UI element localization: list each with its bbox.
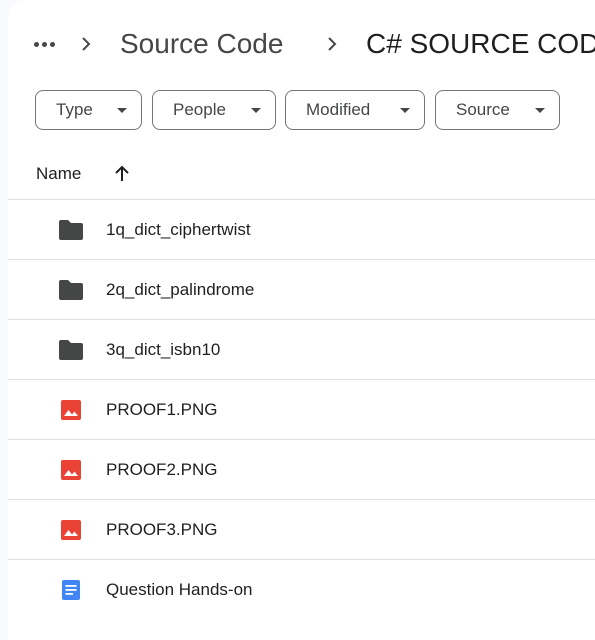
people-filter-chip[interactable]: People <box>152 90 276 130</box>
dropdown-arrow-icon <box>117 108 127 113</box>
file-row[interactable]: PROOF2.PNG <box>8 439 595 499</box>
file-row[interactable]: PROOF1.PNG <box>8 379 595 439</box>
column-header: Name <box>8 152 595 198</box>
filter-bar: Type People Modified Source <box>8 90 595 130</box>
file-row[interactable]: 2q_dict_palindrome <box>8 259 595 319</box>
file-row[interactable]: 3q_dict_isbn10 <box>8 319 595 379</box>
source-filter-chip[interactable]: Source <box>435 90 560 130</box>
file-name: PROOF2.PNG <box>106 460 218 479</box>
file-name: 2q_dict_palindrome <box>106 280 255 299</box>
type-filter-label: Type <box>56 100 93 119</box>
folder-icon <box>58 279 84 301</box>
breadcrumb-item-current-folder[interactable]: C# SOURCE CODE <box>366 24 595 64</box>
dropdown-arrow-icon <box>251 108 261 113</box>
chevron-right-icon <box>74 32 98 56</box>
file-row[interactable]: 1q_dict_ciphertwist <box>8 199 595 259</box>
image-icon <box>58 399 84 421</box>
modified-filter-label: Modified <box>306 100 371 119</box>
arrow-up-icon[interactable] <box>110 162 134 186</box>
more-dot-icon <box>41 41 47 47</box>
dropdown-arrow-icon <box>400 108 410 113</box>
file-list: 1q_dict_ciphertwist 2q_dict_palindrome 3q_… <box>8 199 595 619</box>
name-column-header[interactable]: Name <box>36 164 81 184</box>
source-filter-label: Source <box>456 100 510 119</box>
file-browser-panel: Source Code C# SOURCE CODE Type People M… <box>8 0 595 640</box>
more-dot-icon <box>49 41 55 47</box>
chevron-right-icon <box>320 32 344 56</box>
folder-icon <box>58 219 84 241</box>
file-row[interactable]: PROOF3.PNG <box>8 499 595 559</box>
file-name: 1q_dict_ciphertwist <box>106 220 251 239</box>
document-icon <box>58 579 84 601</box>
breadcrumb: Source Code C# SOURCE CODE <box>8 18 595 70</box>
file-name: PROOF1.PNG <box>106 400 218 419</box>
folder-icon <box>58 339 84 361</box>
image-icon <box>58 459 84 481</box>
type-filter-chip[interactable]: Type <box>35 90 142 130</box>
more-options-button[interactable] <box>30 30 58 58</box>
file-row[interactable]: Question Hands-on <box>8 559 595 619</box>
people-filter-label: People <box>173 100 226 119</box>
file-name: PROOF3.PNG <box>106 520 218 539</box>
more-dot-icon <box>33 41 39 47</box>
file-name: Question Hands-on <box>106 580 253 599</box>
image-icon <box>58 519 84 541</box>
file-name: 3q_dict_isbn10 <box>106 340 221 359</box>
dropdown-arrow-icon <box>535 108 545 113</box>
breadcrumb-item-source-code[interactable]: Source Code <box>120 24 283 64</box>
modified-filter-chip[interactable]: Modified <box>285 90 425 130</box>
